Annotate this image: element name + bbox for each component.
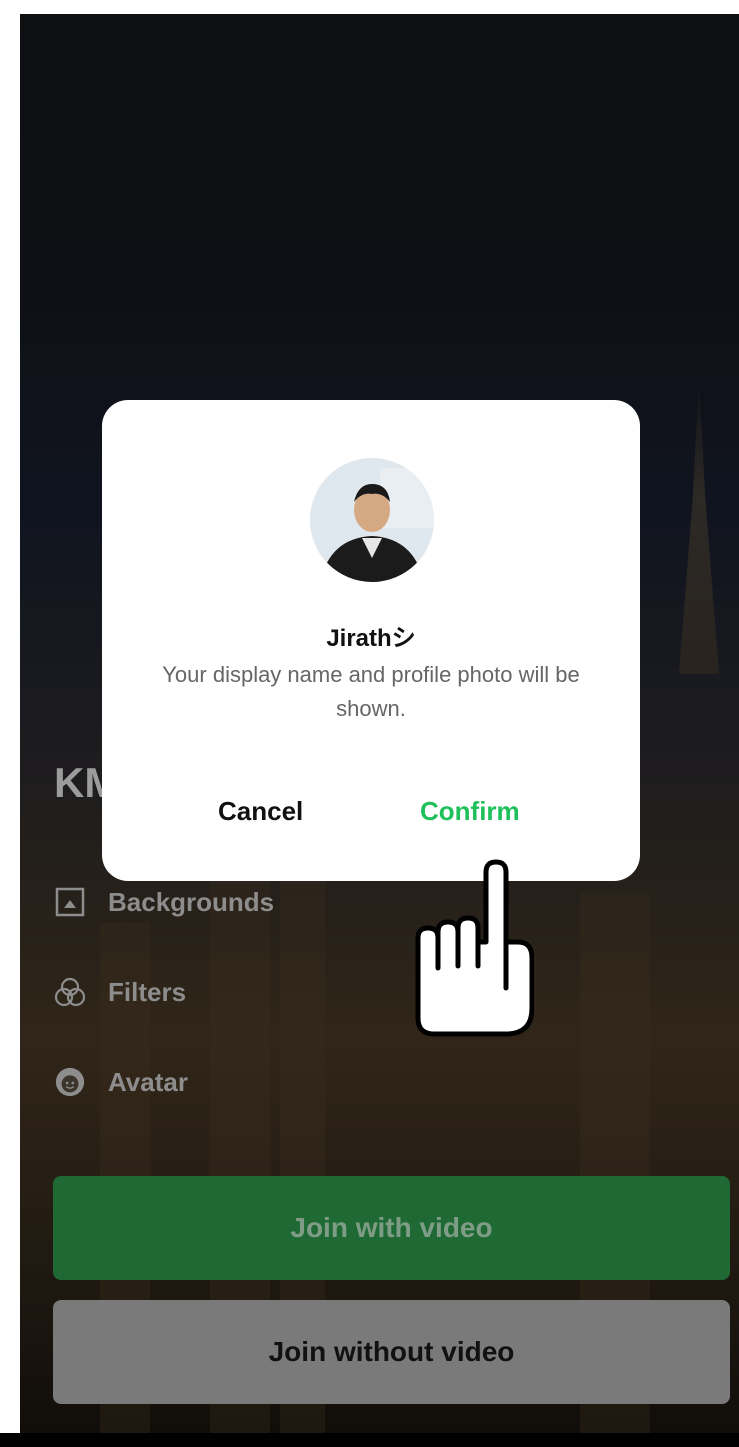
tap-hand-icon (394, 858, 535, 1038)
filters-icon (54, 976, 86, 1008)
option-avatar[interactable]: Avatar (54, 1066, 188, 1098)
confirm-button[interactable]: Confirm (420, 796, 520, 827)
background-spire (679, 374, 719, 674)
option-backgrounds[interactable]: Backgrounds (54, 886, 274, 918)
option-label: Backgrounds (108, 886, 275, 917)
join-without-video-button[interactable]: Join without video (53, 1300, 730, 1404)
confirm-profile-dialog: Jirathシ Your display name and profile ph… (102, 400, 640, 881)
cancel-button[interactable]: Cancel (218, 796, 303, 827)
option-filters[interactable]: Filters (54, 976, 186, 1008)
display-name: Jirathシ (326, 625, 416, 652)
avatar-face-icon (54, 1066, 86, 1098)
image-icon (54, 886, 86, 918)
profile-avatar (310, 458, 434, 582)
dialog-message: Your display name and profile photo will… (162, 662, 580, 721)
option-label: Filters (108, 976, 187, 1007)
system-bottom-bar (0, 1433, 739, 1447)
join-with-video-button[interactable]: Join with video (53, 1176, 730, 1280)
option-label: Avatar (108, 1066, 188, 1097)
